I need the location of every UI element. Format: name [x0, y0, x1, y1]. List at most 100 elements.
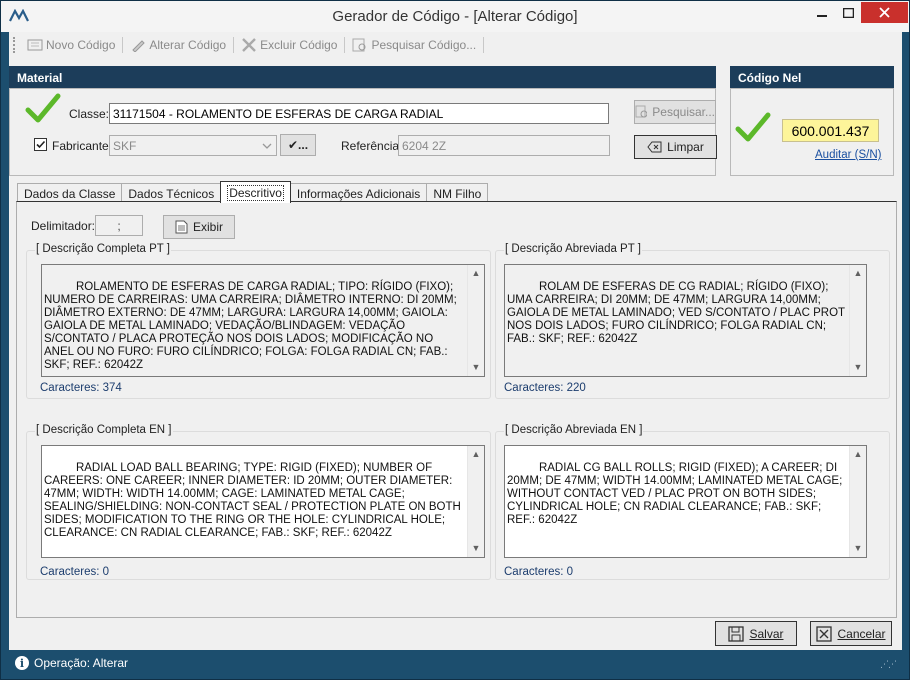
codigo-nel-value: 600.001.437	[782, 119, 879, 142]
descricao-completa-en-textarea[interactable]: RADIAL LOAD BALL BEARING; TYPE: RIGID (F…	[41, 445, 485, 558]
exibir-button[interactable]: Exibir	[163, 215, 235, 239]
classe-ok-icon	[25, 93, 61, 123]
alterar-codigo-label: Alterar Código	[149, 38, 227, 52]
scroll-up-icon[interactable]: ▲	[850, 265, 866, 282]
pesquisar-codigo-label: Pesquisar Código...	[371, 38, 477, 52]
limpar-label: Limpar	[667, 140, 704, 154]
descricao-completa-en-group: [ Descrição Completa EN ] RADIAL LOAD BA…	[26, 424, 491, 580]
fabricante-select[interactable]: SKF	[109, 135, 277, 156]
pesquisar-button[interactable]: Pesquisar...	[634, 100, 716, 124]
cancelar-button[interactable]: Cancelar	[810, 621, 892, 646]
toolbar-grip	[13, 37, 17, 53]
descricao-abreviada-pt-group: [ Descrição Abreviada PT ] ROLAM DE ESFE…	[495, 243, 890, 399]
material-title: Material	[17, 71, 63, 85]
scroll-down-icon[interactable]: ▼	[468, 540, 484, 557]
referencia-label: Referência:	[341, 139, 403, 153]
resize-grip-icon[interactable]: ⋰⋰	[880, 659, 897, 670]
status-text: Operação: Alterar	[34, 656, 129, 670]
cancel-x-icon	[816, 625, 833, 642]
salvar-button[interactable]: Salvar	[715, 621, 797, 646]
scroll-down-icon[interactable]: ▼	[468, 359, 484, 376]
checkmark-icon	[36, 140, 46, 149]
scroll-up-icon[interactable]: ▲	[468, 265, 484, 282]
descricao-completa-pt-group: [ Descrição Completa PT ] ROLAMENTO DE E…	[26, 243, 491, 399]
close-icon	[879, 7, 890, 18]
tab-strip: Dados da Classe Dados Técnicos Descritiv…	[17, 181, 489, 203]
referencia-input[interactable]: 6204 2Z	[398, 135, 610, 156]
window-title: Gerador de Código - [Alterar Código]	[332, 8, 578, 25]
codigo-ok-icon	[735, 112, 771, 142]
exibir-label: Exibir	[192, 220, 223, 234]
descricao-abreviada-pt-count: Caracteres: 220	[504, 382, 586, 394]
codigo-nel-title: Código Nel	[738, 71, 802, 85]
classe-label: Classe:	[69, 107, 110, 121]
salvar-label: Salvar	[749, 626, 784, 641]
tab-label: Informações Adicionais	[296, 187, 421, 201]
material-panel-title: Material	[9, 66, 716, 88]
scrollbar[interactable]: ▲ ▼	[849, 446, 866, 557]
descricao-completa-en-count: Caracteres: 0	[40, 566, 110, 578]
info-icon: i	[15, 656, 29, 670]
toolbar: Novo Código Alterar Código Excluir Códig…	[9, 32, 902, 58]
classe-input[interactable]: 31171504 - ROLAMENTO DE ESFERAS DE CARGA…	[109, 103, 609, 124]
status-bar: i Operação: Alterar ⋰⋰	[9, 652, 902, 674]
descricao-completa-pt-textarea[interactable]: ROLAMENTO DE ESFERAS DE CARGA RADIAL; TI…	[41, 264, 485, 377]
scroll-up-icon[interactable]: ▲	[850, 446, 866, 463]
pesquisar-codigo-button[interactable]: Pesquisar Código...	[348, 34, 480, 56]
scroll-up-icon[interactable]: ▲	[468, 446, 484, 463]
close-button[interactable]	[861, 2, 908, 23]
toolbar-separator	[344, 37, 346, 53]
descricao-completa-pt-title: [ Descrição Completa PT ]	[35, 243, 172, 255]
search-icon	[635, 105, 648, 118]
new-document-icon	[27, 39, 43, 51]
excluir-codigo-label: Excluir Código	[260, 38, 338, 52]
maximize-button[interactable]	[835, 2, 861, 23]
tab-label: Dados da Classe	[24, 187, 116, 201]
main-window: Gerador de Código - [Alterar Código] Nov…	[0, 0, 910, 680]
client-area: Material Classe: 31171504 - ROLAMENTO DE…	[9, 58, 902, 650]
scroll-down-icon[interactable]: ▼	[850, 359, 866, 376]
tab-dados-da-classe[interactable]: Dados da Classe	[17, 183, 123, 203]
fabricante-checkbox[interactable]	[34, 138, 47, 151]
tab-nm-filho[interactable]: NM Filho	[426, 183, 489, 203]
fabricante-confirm-button[interactable]: ✔...	[280, 134, 316, 156]
codigo-nel-panel-title: Código Nel	[730, 66, 894, 88]
descricao-completa-en-title: [ Descrição Completa EN ]	[35, 424, 173, 436]
descricao-completa-pt-text: ROLAMENTO DE ESFERAS DE CARGA RADIAL; TI…	[44, 281, 460, 371]
limpar-button[interactable]: Limpar	[634, 135, 717, 159]
excluir-codigo-button[interactable]: Excluir Código	[237, 34, 341, 56]
minimize-icon	[817, 14, 827, 17]
pesquisar-label: Pesquisar...	[652, 105, 715, 119]
cancelar-label: Cancelar	[837, 626, 886, 641]
auditar-link[interactable]: Auditar (S/N)	[815, 149, 881, 161]
tab-dados-tecnicos[interactable]: Dados Técnicos	[121, 183, 222, 203]
tab-label: NM Filho	[433, 187, 482, 201]
save-disk-icon	[728, 625, 745, 642]
descricao-abreviada-en-textarea[interactable]: RADIAL CG BALL ROLLS; RIGID (FIXED); A C…	[504, 445, 867, 558]
toolbar-separator	[483, 37, 485, 53]
descricao-abreviada-en-group: [ Descrição Abreviada EN ] RADIAL CG BAL…	[495, 424, 890, 580]
scroll-down-icon[interactable]: ▼	[850, 540, 866, 557]
scrollbar[interactable]: ▲ ▼	[849, 265, 866, 376]
toolbar-separator	[122, 37, 124, 53]
alterar-codigo-button[interactable]: Alterar Código	[126, 34, 230, 56]
scrollbar[interactable]: ▲ ▼	[467, 446, 484, 557]
material-panel	[9, 88, 716, 176]
fabricante-confirm-label: ✔...	[287, 138, 309, 152]
tab-informacoes-adicionais[interactable]: Informações Adicionais	[289, 183, 428, 203]
tab-descritivo[interactable]: Descritivo	[220, 181, 291, 203]
delimitador-input[interactable]: ;	[95, 215, 143, 236]
scrollbar[interactable]: ▲ ▼	[467, 265, 484, 376]
edit-pencil-icon	[132, 40, 146, 52]
minimize-button[interactable]	[809, 2, 835, 23]
novo-codigo-button[interactable]: Novo Código	[23, 34, 119, 56]
delimitador-label: Delimitador:	[31, 219, 96, 233]
descritivo-tab-page: Delimitador: ; Exibir [ Descrição Comple…	[16, 201, 897, 618]
maximize-icon	[842, 7, 854, 18]
search-document-icon	[352, 38, 366, 52]
delete-x-icon	[242, 38, 256, 52]
tab-label: Descritivo	[227, 185, 284, 201]
descricao-abreviada-pt-textarea[interactable]: ROLAM DE ESFERAS DE CG RADIAL; RÍGIDO (F…	[504, 264, 867, 377]
descricao-abreviada-pt-text: ROLAM DE ESFERAS DE CG RADIAL; RÍGIDO (F…	[507, 281, 849, 345]
chevron-down-icon	[262, 143, 272, 149]
